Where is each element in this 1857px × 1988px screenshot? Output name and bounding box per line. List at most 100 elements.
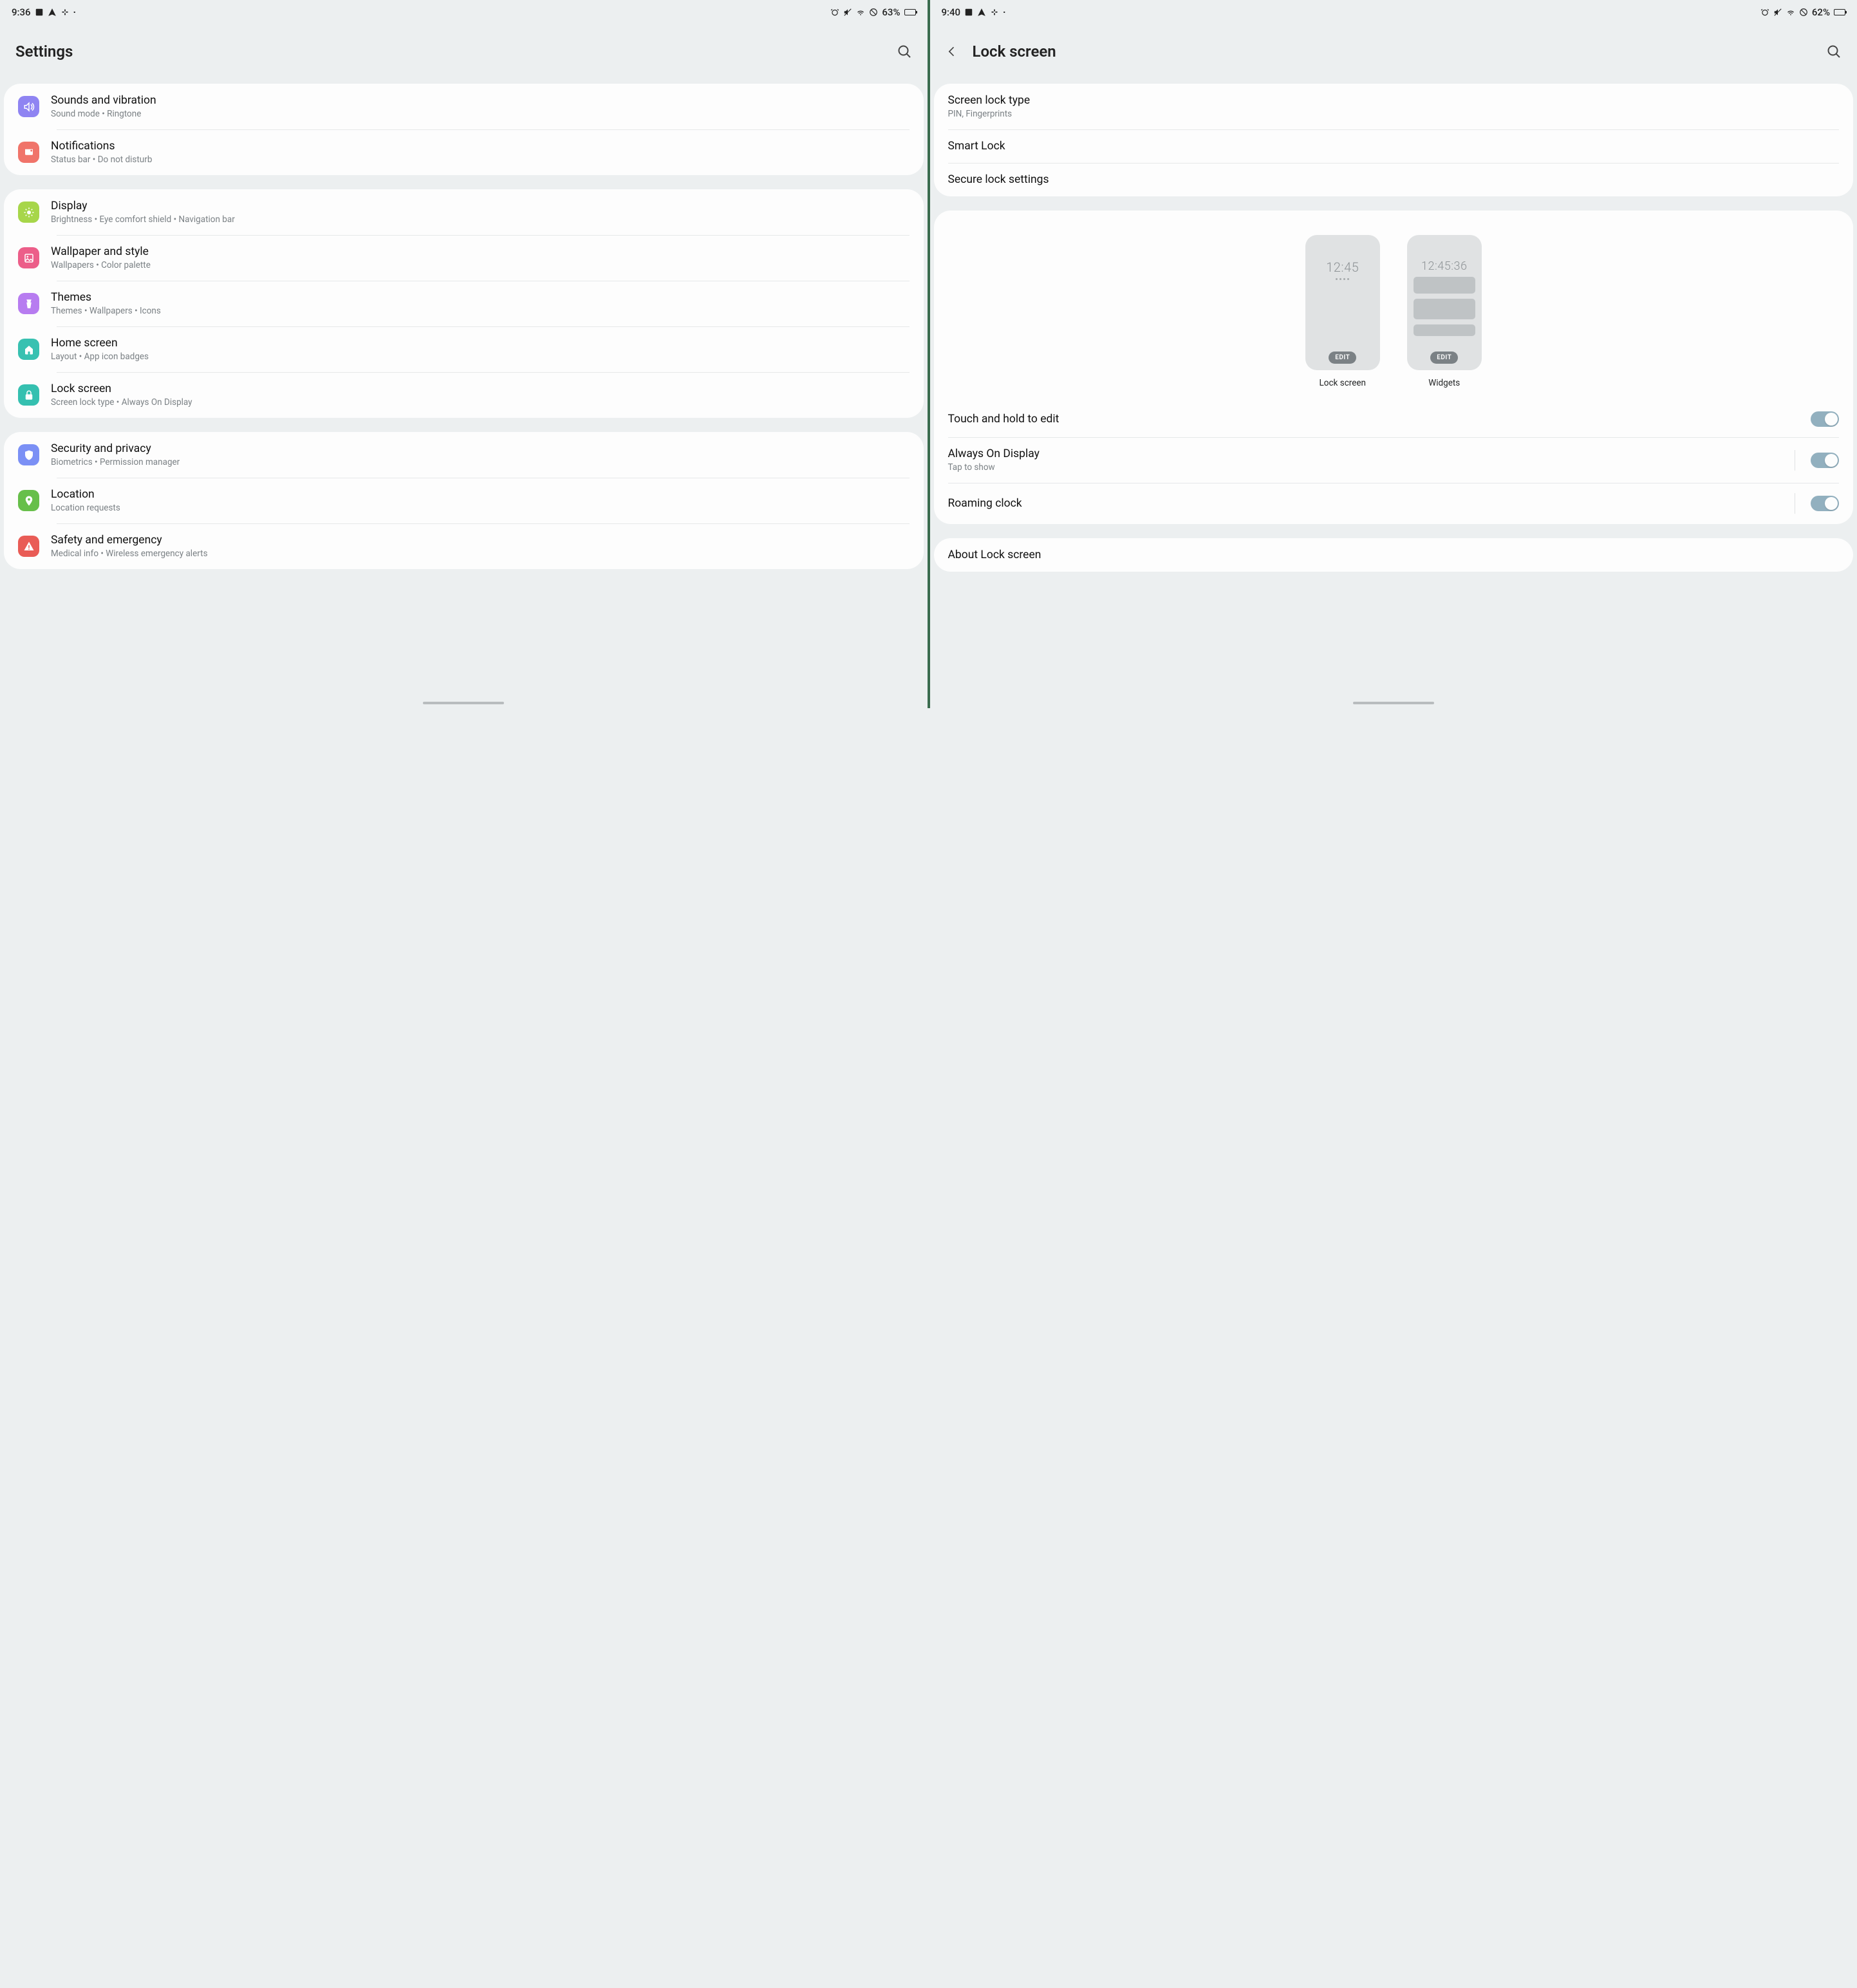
alarm-icon bbox=[830, 8, 839, 17]
settings-row[interactable]: Touch and hold to edit bbox=[934, 401, 1854, 437]
alarm-icon bbox=[1760, 8, 1769, 17]
preview-time: 12:45:36 bbox=[1421, 259, 1467, 273]
row-title: Themes bbox=[51, 291, 910, 304]
row-title: Security and privacy bbox=[51, 442, 910, 455]
row-subtitle: Tap to show bbox=[948, 462, 1784, 473]
row-title: Smart Lock bbox=[948, 140, 1840, 153]
page-title: Lock screen bbox=[973, 42, 1815, 61]
row-title: Notifications bbox=[51, 140, 910, 153]
toggle-switch[interactable] bbox=[1811, 411, 1839, 427]
settings-row[interactable]: Lock screen Screen lock type • Always On… bbox=[4, 372, 924, 418]
settings-row[interactable]: Display Brightness • Eye comfort shield … bbox=[4, 189, 924, 235]
row-subtitle: Layout • App icon badges bbox=[51, 352, 910, 362]
row-subtitle: Sound mode • Ringtone bbox=[51, 109, 910, 119]
row-subtitle: Themes • Wallpapers • Icons bbox=[51, 306, 910, 316]
status-more-icon: · bbox=[73, 6, 77, 18]
row-title: Wallpaper and style bbox=[51, 245, 910, 258]
mute-icon bbox=[843, 8, 852, 17]
nav-icon bbox=[48, 8, 57, 17]
lock-settings-group-3: About Lock screen bbox=[934, 538, 1854, 572]
row-title: Screen lock type bbox=[948, 94, 1840, 107]
search-icon[interactable] bbox=[1826, 44, 1842, 59]
back-icon[interactable] bbox=[946, 45, 958, 58]
status-time: 9:40 bbox=[942, 6, 961, 18]
battery-percent: 62% bbox=[1812, 6, 1830, 18]
row-subtitle: Wallpapers • Color palette bbox=[51, 260, 910, 270]
settings-row[interactable]: Wallpaper and style Wallpapers • Color p… bbox=[4, 235, 924, 281]
shield-icon bbox=[18, 444, 39, 465]
settings-row[interactable]: Safety and emergency Medical info • Wire… bbox=[4, 523, 924, 569]
themes-icon bbox=[18, 293, 39, 314]
search-icon[interactable] bbox=[897, 44, 912, 59]
lockscreen-settings-screen: 9:40 · 62% Lock screen Screen lock typ bbox=[930, 0, 1857, 708]
row-subtitle: Brightness • Eye comfort shield • Naviga… bbox=[51, 214, 910, 225]
wifi-icon bbox=[856, 8, 865, 17]
mute-icon bbox=[1773, 8, 1782, 17]
sound-icon bbox=[18, 96, 39, 117]
settings-row[interactable]: Notifications Status bar • Do not distur… bbox=[4, 129, 924, 175]
widgets-preview[interactable]: 12:45:36 EDIT Widgets bbox=[1407, 235, 1482, 388]
row-title: Always On Display bbox=[948, 447, 1784, 460]
status-time: 9:36 bbox=[12, 6, 31, 18]
row-subtitle: Medical info • Wireless emergency alerts bbox=[51, 549, 910, 559]
notification-icon bbox=[18, 142, 39, 163]
settings-row[interactable]: Roaming clock bbox=[934, 483, 1854, 524]
settings-row[interactable]: Smart Lock bbox=[934, 129, 1854, 163]
lock-settings-group-1: Screen lock type PIN, Fingerprints Smart… bbox=[934, 84, 1854, 196]
row-subtitle: Biometrics • Permission manager bbox=[51, 457, 910, 467]
wallpaper-icon bbox=[18, 247, 39, 268]
slack-icon bbox=[61, 8, 70, 17]
location-icon bbox=[18, 490, 39, 511]
no-data-icon bbox=[869, 8, 878, 17]
home-icon bbox=[18, 339, 39, 360]
gesture-bar bbox=[1353, 702, 1434, 705]
settings-row[interactable]: Sounds and vibration Sound mode • Ringto… bbox=[4, 84, 924, 129]
status-bar: 9:36 · 63% bbox=[0, 0, 928, 22]
header: Settings bbox=[0, 22, 928, 84]
row-title: Sounds and vibration bbox=[51, 94, 910, 107]
settings-row[interactable]: Screen lock type PIN, Fingerprints bbox=[934, 84, 1854, 129]
wifi-icon bbox=[1786, 8, 1795, 17]
settings-group: Security and privacy Biometrics • Permis… bbox=[4, 432, 924, 569]
row-title: Home screen bbox=[51, 337, 910, 350]
toggle-switch[interactable] bbox=[1811, 496, 1839, 511]
status-more-icon: · bbox=[1003, 6, 1006, 18]
no-data-icon bbox=[1799, 8, 1808, 17]
settings-row[interactable]: Location Location requests bbox=[4, 478, 924, 523]
preview-dots-icon bbox=[1336, 278, 1349, 280]
row-title: Lock screen bbox=[51, 382, 910, 395]
settings-row[interactable]: Secure lock settings bbox=[934, 163, 1854, 196]
settings-row[interactable]: Always On Display Tap to show bbox=[934, 437, 1854, 483]
settings-row[interactable]: Security and privacy Biometrics • Permis… bbox=[4, 432, 924, 478]
header: Lock screen bbox=[930, 22, 1857, 84]
gesture-bar bbox=[423, 702, 504, 705]
gallery-icon bbox=[35, 8, 44, 17]
toggle-switch[interactable] bbox=[1811, 453, 1839, 468]
lock-settings-group-2: 12:45 EDIT Lock screen 12:45:36 EDIT Wid… bbox=[934, 211, 1854, 524]
row-subtitle: Screen lock type • Always On Display bbox=[51, 397, 910, 408]
preview-label: Lock screen bbox=[1320, 378, 1366, 388]
preview-label: Widgets bbox=[1428, 378, 1460, 388]
settings-group: Display Brightness • Eye comfort shield … bbox=[4, 189, 924, 418]
display-icon bbox=[18, 202, 39, 223]
settings-row[interactable]: Home screen Layout • App icon badges bbox=[4, 326, 924, 372]
page-title: Settings bbox=[15, 42, 885, 61]
battery-icon bbox=[904, 9, 916, 15]
row-subtitle: PIN, Fingerprints bbox=[948, 109, 1840, 119]
settings-row[interactable]: Themes Themes • Wallpapers • Icons bbox=[4, 281, 924, 326]
edit-button[interactable]: EDIT bbox=[1329, 352, 1356, 364]
nav-icon bbox=[977, 8, 986, 17]
gallery-icon bbox=[964, 8, 973, 17]
row-subtitle: Status bar • Do not disturb bbox=[51, 155, 910, 165]
battery-percent: 63% bbox=[882, 6, 900, 18]
lockscreen-preview[interactable]: 12:45 EDIT Lock screen bbox=[1305, 235, 1380, 388]
row-title: Location bbox=[51, 488, 910, 501]
settings-row[interactable]: About Lock screen bbox=[934, 538, 1854, 572]
settings-screen: 9:36 · 63% Settings Sounds and vibration bbox=[0, 0, 928, 708]
row-title: Touch and hold to edit bbox=[948, 413, 1800, 426]
row-title: Display bbox=[51, 200, 910, 212]
row-title: Safety and emergency bbox=[51, 534, 910, 547]
preview-time: 12:45 bbox=[1326, 259, 1359, 275]
status-bar: 9:40 · 62% bbox=[930, 0, 1857, 22]
edit-button[interactable]: EDIT bbox=[1430, 352, 1458, 364]
